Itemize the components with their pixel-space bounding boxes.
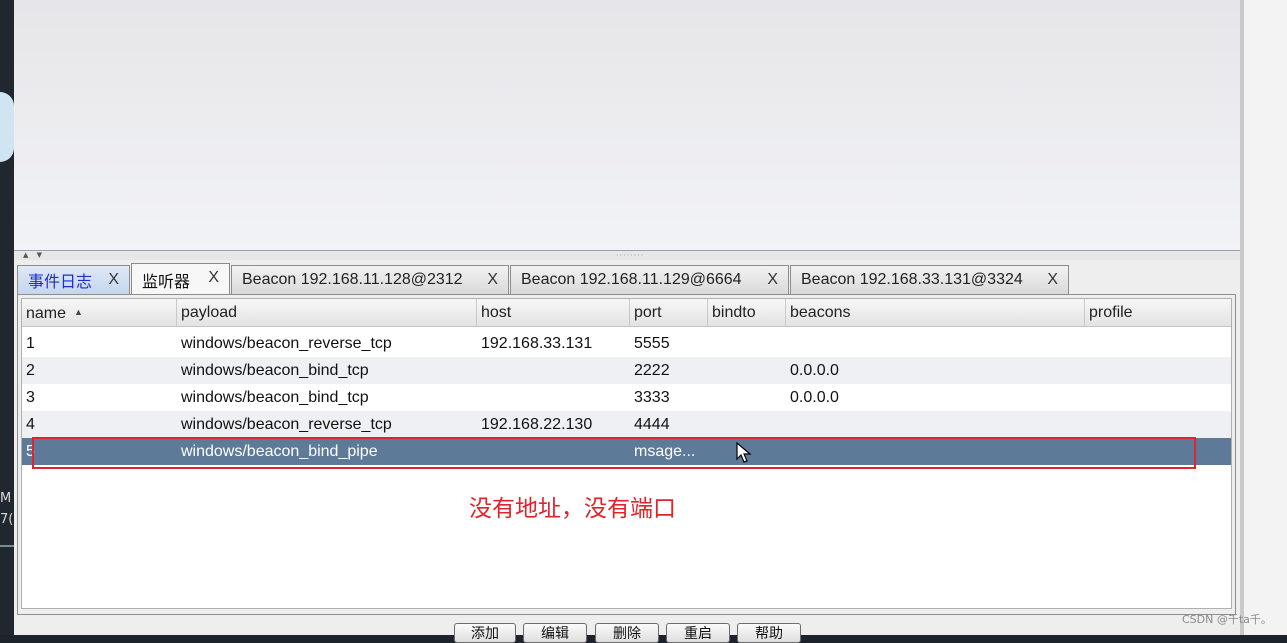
cell-name: 4 <box>26 416 35 433</box>
cell-name: 3 <box>26 389 35 406</box>
restart-button[interactable]: 重启 <box>666 623 730 643</box>
listeners-panel: name ▲ payload host port bindto beacons p… <box>17 294 1236 615</box>
table-row[interactable]: 2 windows/beacon_bind_tcp 2222 0.0.0.0 <box>22 357 1231 384</box>
button-row: 添加 编辑 删除 重启 帮助 <box>14 619 1240 643</box>
desktop-label: M 7( <box>0 491 14 527</box>
close-icon[interactable]: X <box>208 269 219 287</box>
table-row[interactable]: 3 windows/beacon_bind_tcp 3333 0.0.0.0 <box>22 384 1231 411</box>
cell-payload: windows/beacon_bind_tcp <box>181 389 369 406</box>
cell-port: msage... <box>634 443 696 460</box>
cell-payload: windows/beacon_reverse_tcp <box>181 416 392 433</box>
table-row[interactable]: 4 windows/beacon_reverse_tcp 192.168.22.… <box>22 411 1231 438</box>
desktop-divider <box>0 545 14 547</box>
tab-bar: 事件日志 X 监听器 X Beacon 192.168.11.128@2312 … <box>14 263 1240 295</box>
column-header-payload[interactable]: payload <box>177 299 477 326</box>
cell-port: 5555 <box>634 335 670 352</box>
cell-payload: windows/beacon_reverse_tcp <box>181 335 392 352</box>
close-icon[interactable]: X <box>108 271 119 289</box>
tab-event-log[interactable]: 事件日志 X <box>17 265 130 294</box>
tab-label: Beacon 192.168.11.129@6664 <box>521 271 742 288</box>
desktop-right-edge <box>1240 0 1287 635</box>
column-header-port[interactable]: port <box>630 299 708 326</box>
close-icon[interactable]: X <box>767 271 778 289</box>
cell-name: 1 <box>26 335 35 352</box>
tab-label: 事件日志 <box>28 274 93 291</box>
annotation-text: 没有地址，没有端口 <box>469 496 676 522</box>
delete-button[interactable]: 删除 <box>595 623 659 643</box>
splitter-arrows-icon[interactable]: ▲ ▼ <box>23 251 45 260</box>
desktop-icon <box>0 92 14 162</box>
close-icon[interactable]: X <box>1047 271 1058 289</box>
tab-label: Beacon 192.168.33.131@3324 <box>801 271 1023 288</box>
column-header-bindto[interactable]: bindto <box>708 299 786 326</box>
pane-splitter[interactable]: ▲ ▼ ········ <box>14 251 1240 260</box>
cell-beacons: 0.0.0.0 <box>790 362 839 379</box>
cell-beacons: 0.0.0.0 <box>790 389 839 406</box>
add-button[interactable]: 添加 <box>454 623 516 643</box>
cobalt-strike-window: ▲ ▼ ········ 事件日志 X 监听器 X Beacon 192.168… <box>14 0 1240 643</box>
tab-beacon-1[interactable]: Beacon 192.168.11.128@2312 X <box>231 265 509 294</box>
window-shadow <box>1240 0 1244 635</box>
cell-port: 3333 <box>634 389 670 406</box>
top-graph-pane <box>14 0 1240 251</box>
tab-label: 监听器 <box>142 273 191 291</box>
cell-port: 4444 <box>634 416 670 433</box>
mouse-cursor-icon <box>736 442 752 463</box>
desktop-left-edge: M 7( <box>0 0 14 635</box>
cell-host: 192.168.33.131 <box>481 335 593 352</box>
edit-button[interactable]: 编辑 <box>523 623 587 643</box>
cell-payload: windows/beacon_bind_pipe <box>181 443 378 460</box>
cell-payload: windows/beacon_bind_tcp <box>181 362 369 379</box>
tab-listeners[interactable]: 监听器 X <box>131 263 230 295</box>
listeners-table: name ▲ payload host port bindto beacons p… <box>21 298 1232 609</box>
table-row-selected[interactable]: 5 windows/beacon_bind_pipe msage... <box>22 438 1231 465</box>
cell-name: 5 <box>26 443 35 460</box>
tab-beacon-3[interactable]: Beacon 192.168.33.131@3324 X <box>790 265 1069 294</box>
column-header-name[interactable]: name ▲ <box>22 299 177 326</box>
tab-label: Beacon 192.168.11.128@2312 <box>242 271 463 288</box>
sort-ascending-icon: ▲ <box>74 307 83 317</box>
tab-beacon-2[interactable]: Beacon 192.168.11.129@6664 X <box>510 265 789 294</box>
cell-name: 2 <box>26 362 35 379</box>
cell-port: 2222 <box>634 362 670 379</box>
table-row[interactable]: 1 windows/beacon_reverse_tcp 192.168.33.… <box>22 330 1231 357</box>
table-header: name ▲ payload host port bindto beacons p… <box>22 299 1231 327</box>
cell-host: 192.168.22.130 <box>481 416 593 433</box>
splitter-grip-icon[interactable]: ········ <box>616 252 644 260</box>
watermark: CSDN @千ta千。 <box>1182 613 1272 626</box>
column-header-host[interactable]: host <box>477 299 630 326</box>
help-button[interactable]: 帮助 <box>737 623 801 643</box>
column-header-profile[interactable]: profile <box>1085 299 1231 326</box>
close-icon[interactable]: X <box>487 271 498 289</box>
column-header-beacons[interactable]: beacons <box>786 299 1085 326</box>
